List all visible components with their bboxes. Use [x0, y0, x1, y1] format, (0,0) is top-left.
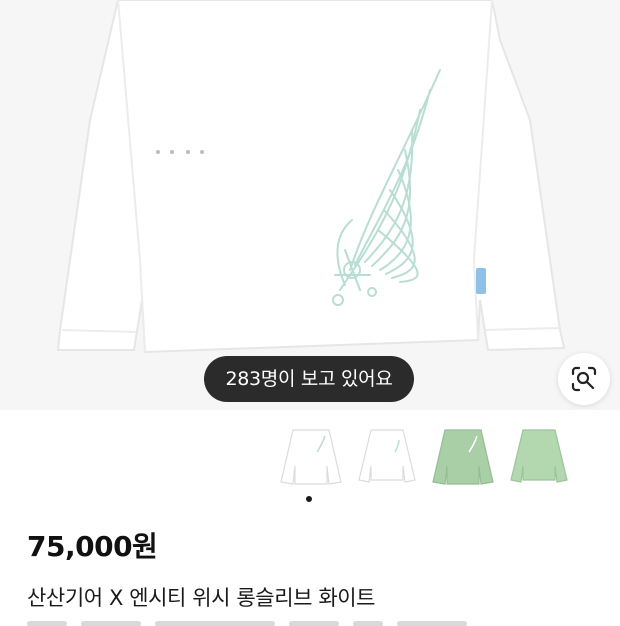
lens-search-button[interactable] [558, 353, 610, 405]
variant-thumb-white-front[interactable] [275, 420, 347, 492]
viewer-count-badge: 283명이 보고 있어요 [204, 356, 414, 402]
lens-search-icon [571, 366, 597, 392]
variant-thumb-green-front[interactable] [427, 420, 499, 492]
variant-thumb-green-back[interactable] [503, 420, 575, 492]
product-title: 산산기어 X 엔시티 위시 롱슬리브 화이트 [27, 586, 376, 610]
variant-thumbnails [275, 420, 575, 492]
product-main-image[interactable] [0, 0, 620, 410]
product-price: 75,000원 [27, 530, 158, 563]
product-subline-cutoff [27, 612, 547, 626]
longsleeve-white-image [56, 0, 566, 354]
variant-thumb-white-back[interactable] [351, 420, 423, 492]
image-pager-dot [306, 496, 312, 502]
